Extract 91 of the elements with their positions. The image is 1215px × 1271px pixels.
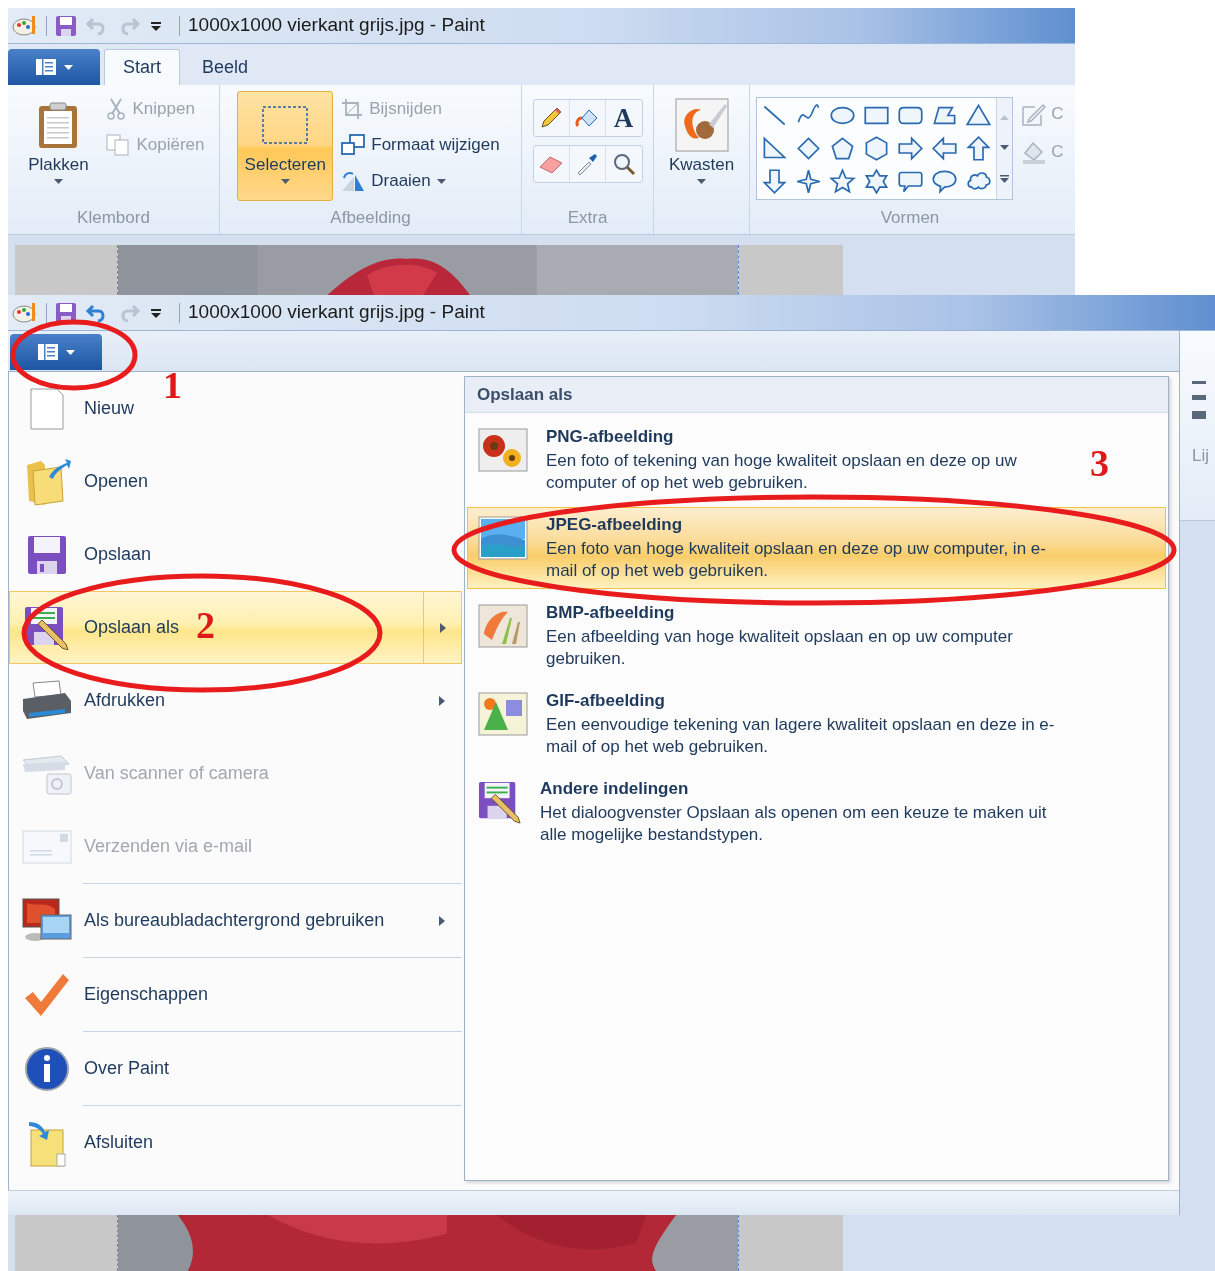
window-title: 1000x1000 vierkant grijs.jpg - Paint (188, 300, 485, 325)
group-label: Afbeelding (330, 206, 411, 229)
customize-icon[interactable] (149, 306, 163, 319)
group-label: Lij (1192, 445, 1209, 467)
left-arrow-icon[interactable] (931, 135, 959, 162)
save-format-option[interactable]: PNG-afbeelding Een foto of tekening van hoge kwaliteit opslaan en deze op uw computer of op het web gebruiken. (467, 419, 1083, 501)
diamond-icon[interactable] (795, 135, 823, 162)
caret-icon (65, 349, 75, 355)
oval-callout-icon[interactable] (931, 168, 959, 195)
menu-item[interactable]: Afdrukken (9, 664, 462, 737)
option-description: Het dialoogvenster Opslaan als openen om een keuze te maken uit alle mogelijke bestandstypen. (540, 801, 1048, 846)
crop-icon (341, 98, 364, 120)
submenu-arrow-icon (439, 622, 446, 633)
rotate-icon (341, 170, 366, 192)
palette-icon[interactable] (12, 301, 38, 324)
resize-icon (341, 134, 366, 156)
caret-icon (63, 64, 73, 70)
option-title: Andere indelingen (540, 778, 690, 800)
save-format-option[interactable]: GIF-afbeelding Een eenvoudige tekening van lagere kwaliteit opslaan en deze in e-mail of op het web gebruiken. (467, 683, 1083, 765)
info-icon (24, 1045, 70, 1092)
group-label: Extra (567, 206, 608, 229)
customize-icon[interactable] (149, 19, 163, 32)
submenu-arrow-icon (439, 695, 445, 706)
menu-item[interactable]: Eigenschappen (9, 958, 218, 1031)
up-arrow-icon[interactable] (965, 135, 993, 162)
four-point-star-icon[interactable] (795, 168, 823, 195)
ribbon-tab[interactable]: Start (104, 49, 180, 85)
save-format-option[interactable]: BMP-afbeelding Een afbeelding van hoge kwaliteit opslaan en op uw computer gebruiken. (467, 595, 1083, 677)
pencil-icon[interactable] (539, 106, 563, 130)
option-description: Een foto of tekening van hoge kwaliteit opslaan en deze op uw computer of op het web gebruiken. (546, 449, 1018, 494)
application-menu-button[interactable] (8, 49, 100, 85)
expand-gallery-icon[interactable] (1000, 174, 1010, 183)
checkmark-icon (23, 971, 71, 1018)
floppy-disk-pencil-icon (478, 780, 522, 824)
paint-bucket-icon (1021, 139, 1048, 165)
option-title: BMP-afbeelding (546, 602, 676, 624)
group-label: Vormen (880, 206, 940, 229)
ribbon-large-button[interactable]: Kwasten (653, 91, 750, 201)
flowers-icon (478, 428, 528, 472)
ribbon-tab[interactable]: Beeld (184, 49, 267, 85)
clipboard-icon (37, 101, 80, 149)
down-arrow-icon[interactable] (761, 168, 789, 195)
option-title: GIF-afbeelding (546, 690, 666, 712)
group-label: Klembord (77, 206, 150, 229)
panel-title: Opslaan als (477, 383, 573, 406)
five-point-star-icon[interactable] (829, 168, 857, 195)
save-format-option[interactable]: JPEG-afbeelding Een foto van hoge kwaliteit opslaan en deze op uw computer, in e-mail of op het web gebruiken. (467, 507, 1166, 589)
color-picker-icon[interactable] (575, 152, 599, 176)
palette-icon[interactable] (12, 14, 38, 37)
menu-item[interactable]: Opslaan (9, 518, 161, 591)
annotation-number: 3 (1090, 444, 1109, 482)
copy-icon (106, 134, 131, 156)
scroll-down-icon[interactable] (1000, 144, 1010, 150)
menu-item[interactable]: Nieuw (9, 372, 144, 445)
ribbon-large-button[interactable]: Selecteren (237, 91, 334, 201)
menu-item[interactable]: Openen (9, 445, 158, 518)
selection-icon (261, 105, 310, 145)
right-arrow-icon[interactable] (897, 135, 925, 162)
annotation-number: 1 (163, 366, 182, 404)
submenu-arrow-icon (439, 915, 445, 926)
caret-icon (280, 179, 290, 185)
ribbon-large-button[interactable]: Plakken (18, 91, 99, 201)
option-description: Een eenvoudige tekening van lagere kwaliteit opslaan en deze in e-mail of op het web gebruiken. (546, 713, 1056, 758)
save-format-option[interactable]: Andere indelingen Het dialoogvenster Opslaan als openen om een keuze te maken uit alle mogelijke bestandstypen. (467, 771, 1077, 853)
pencil-icon (1021, 101, 1048, 127)
page-icon (27, 386, 67, 431)
menu-item[interactable]: Over Paint (9, 1032, 179, 1105)
option-description: Een foto van hoge kwaliteit opslaan en deze op uw computer, in e-mail of op het web gebruiken. (546, 537, 1047, 582)
scissors-icon (106, 98, 127, 120)
option-description: Een afbeelding van hoge kwaliteit opslaan en op uw computer gebruiken. (546, 625, 1014, 670)
painting-icon (478, 604, 528, 648)
menu-icon (35, 59, 56, 75)
envelope-icon (22, 829, 72, 864)
window-title: 1000x1000 vierkant grijs.jpg - Paint (188, 13, 485, 38)
annotation-number: 2 (196, 606, 215, 644)
ribbon-small-button[interactable]: Formaat wijzigen (337, 127, 504, 163)
six-point-star-icon[interactable] (863, 168, 891, 195)
brush-icon (674, 98, 729, 152)
text-tool-button[interactable]: A (613, 104, 634, 132)
option-title: PNG-afbeelding (546, 426, 675, 448)
option-title: JPEG-afbeelding (546, 514, 684, 536)
menu-icon (37, 344, 58, 360)
caret-icon (697, 179, 706, 185)
menu-item[interactable]: Afsluiten (9, 1106, 163, 1179)
menu-item[interactable]: Als bureaubladachtergrond gebruiken (9, 884, 462, 957)
caret-icon (53, 179, 63, 185)
application-menu-button[interactable] (10, 334, 102, 370)
ribbon-small-button[interactable]: Draaien (337, 163, 504, 199)
shapes-icon (478, 692, 528, 736)
magnifier-icon[interactable] (611, 152, 636, 176)
caret-icon (436, 178, 446, 184)
